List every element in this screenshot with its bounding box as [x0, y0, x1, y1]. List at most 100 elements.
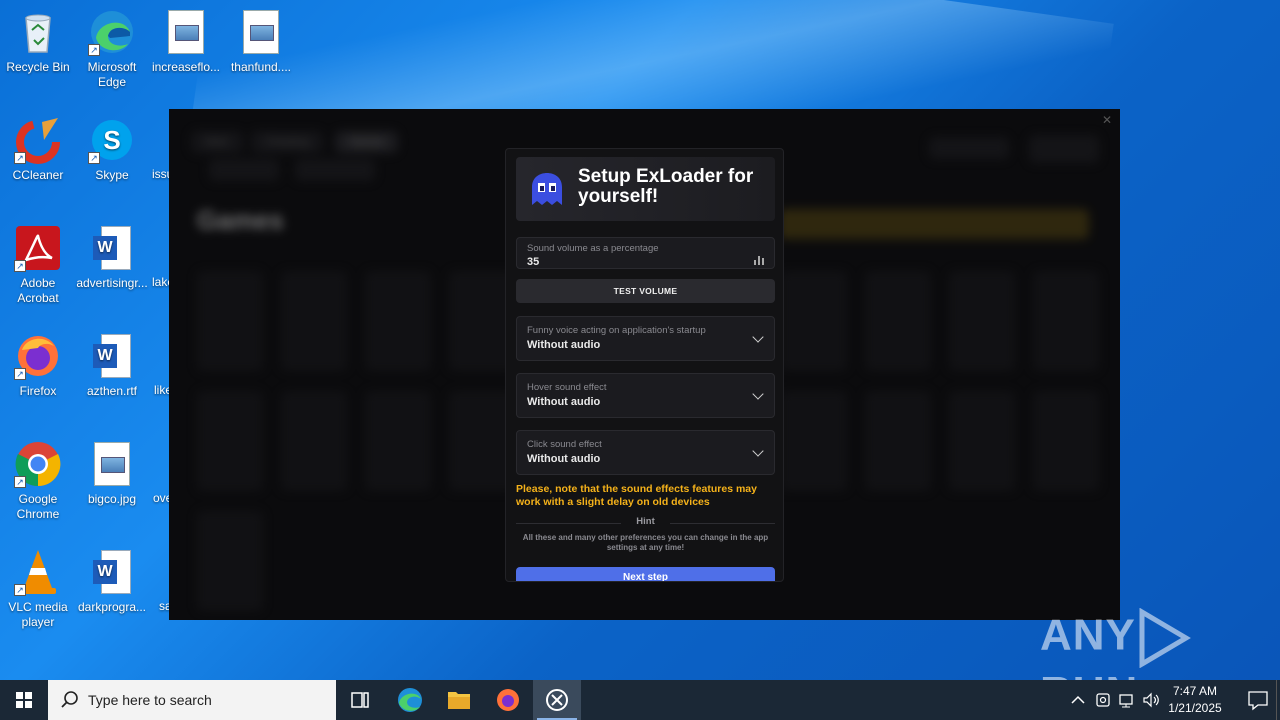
chevron-down-icon	[752, 445, 764, 457]
game-card	[1033, 271, 1099, 371]
game-card	[865, 391, 931, 491]
ccleaner-icon: ↗	[14, 116, 62, 164]
desktop-icon-label: azthen.rtf	[86, 384, 138, 398]
desktop-icon-label: Recycle Bin	[6, 60, 70, 74]
hover-sound-value: Without audio	[527, 396, 601, 408]
hover-sound-select[interactable]: Hover sound effect Without audio	[516, 373, 775, 418]
desktop-icon-azthen-rtf[interactable]: W azthen.rtf	[74, 332, 150, 399]
edge-icon: ↗	[88, 8, 136, 56]
desktop-icon-recycle-bin[interactable]: Recycle Bin	[0, 8, 76, 75]
taskbar-firefox[interactable]	[484, 680, 532, 720]
task-view-icon	[351, 692, 369, 708]
desktop-icon-label: Microsoft Edge	[87, 60, 137, 89]
test-volume-button[interactable]: TEST VOLUME	[516, 279, 775, 303]
chevron-down-icon	[752, 388, 764, 400]
hover-sound-label: Hover sound effect	[527, 382, 607, 393]
hint-text: All these and many other preferences you…	[522, 533, 769, 552]
taskbar-search-box[interactable]: Type here to search	[48, 680, 336, 720]
desktop-icon-darkprogra[interactable]: W darkprogra...	[74, 548, 150, 615]
desktop-icon-skype[interactable]: S ↗ Skype	[74, 116, 150, 183]
image-file-icon	[243, 10, 279, 54]
desktop: Recycle Bin ↗ CCleaner ↗ Adobe Acrobat ↗…	[0, 0, 1280, 680]
desktop-icon-label: thanfund....	[230, 60, 292, 74]
watermark-text-right: RUN	[1040, 668, 1138, 680]
hint-divider: Hint	[516, 516, 775, 530]
adobe-acrobat-icon: ↗	[14, 224, 62, 272]
shortcut-arrow-icon: ↗	[14, 152, 26, 164]
watermark-text-left: ANY	[1040, 610, 1136, 660]
subtab-placeholder	[209, 159, 279, 181]
desktop-icon-label: CCleaner	[12, 168, 64, 182]
game-card	[1033, 391, 1099, 491]
vlc-cone-icon: ↗	[14, 548, 62, 596]
taskbar-exloader[interactable]	[533, 680, 581, 720]
desktop-icon-advertising-doc[interactable]: W advertisingr...	[74, 224, 150, 291]
startup-sound-label: Funny voice acting on application's star…	[527, 325, 706, 336]
close-icon[interactable]: ✕	[1102, 113, 1112, 127]
tab-main: Main	[191, 131, 243, 153]
volume-icon[interactable]	[1141, 690, 1161, 715]
desktop-icon-microsoft-edge[interactable]: ↗ Microsoft Edge	[74, 8, 150, 90]
word-document-icon: W	[93, 334, 131, 378]
desktop-icon-label: advertisingr...	[76, 276, 148, 290]
volume-value[interactable]: 35	[527, 256, 539, 268]
game-card	[949, 271, 1015, 371]
desktop-icon-label: Google Chrome	[16, 492, 60, 521]
clock-date: 1/21/2025	[1168, 701, 1222, 715]
chevron-down-icon	[752, 331, 764, 343]
game-card	[197, 511, 263, 611]
desktop-icon-google-chrome[interactable]: ↗ Google Chrome	[0, 440, 76, 522]
task-view-button[interactable]	[336, 680, 384, 720]
page-title: Games	[197, 205, 284, 235]
desktop-icon-thanfund[interactable]: thanfund....	[223, 8, 299, 75]
desktop-icon-increaseflo[interactable]: increaseflo...	[148, 8, 224, 75]
startup-sound-select[interactable]: Funny voice acting on application's star…	[516, 316, 775, 361]
svg-text:S: S	[103, 125, 120, 155]
clock-time: 7:47 AM	[1172, 684, 1218, 698]
game-card	[365, 391, 431, 491]
desktop-icon-vlc[interactable]: ↗ VLC media player	[0, 548, 76, 630]
notification-center-button[interactable]	[1236, 680, 1280, 720]
notification-icon	[1248, 691, 1268, 711]
play-logo-icon	[1139, 607, 1191, 669]
game-card	[865, 271, 931, 371]
show-desktop-button[interactable]	[1276, 680, 1280, 720]
windows-logo-icon	[16, 692, 32, 708]
tab-cheating: Cheating	[251, 131, 324, 153]
desktop-icon-bigco-jpg[interactable]: bigco.jpg	[74, 440, 150, 507]
desktop-icon-adobe-acrobat[interactable]: ↗ Adobe Acrobat	[0, 224, 76, 306]
shortcut-arrow-icon: ↗	[88, 152, 100, 164]
desktop-icon-label: Adobe Acrobat	[17, 276, 59, 305]
dialog-header: Setup ExLoader for yourself!	[516, 157, 775, 221]
click-sound-select[interactable]: Click sound effect Without audio	[516, 430, 775, 475]
taskbar-file-explorer[interactable]	[435, 680, 483, 720]
firefox-icon	[497, 689, 519, 711]
taskbar-clock[interactable]: 7:47 AM 1/21/2025	[1160, 683, 1230, 717]
shortcut-arrow-icon: ↗	[88, 44, 100, 56]
user-pill	[1029, 135, 1099, 163]
desktop-icon-firefox[interactable]: ↗ Firefox	[0, 332, 76, 399]
taskbar: Type here to search 7:47 AM 1/21/2025	[0, 680, 1280, 720]
exloader-icon	[546, 689, 568, 711]
shortcut-arrow-icon: ↗	[14, 368, 26, 380]
notice-banner	[779, 209, 1089, 239]
chrome-icon: ↗	[14, 440, 62, 488]
desktop-icon-ccleaner[interactable]: ↗ CCleaner	[0, 116, 76, 183]
ghost-mascot-icon	[528, 171, 566, 207]
shortcut-arrow-icon: ↗	[14, 584, 26, 596]
settings-pill	[929, 137, 1009, 159]
chevron-up-icon[interactable]	[1068, 690, 1088, 715]
startup-sound-value: Without audio	[527, 339, 601, 351]
game-card	[197, 271, 263, 371]
taskbar-edge[interactable]	[386, 680, 434, 720]
click-sound-label: Click sound effect	[527, 439, 602, 450]
start-button[interactable]	[0, 680, 48, 720]
next-step-button[interactable]: Next step	[516, 567, 775, 581]
dialog-title: Setup ExLoader for yourself!	[578, 166, 754, 207]
image-file-icon	[168, 10, 204, 54]
device-icon[interactable]	[1093, 690, 1113, 715]
tab-games: Games	[335, 131, 399, 153]
desktop-icon-label: darkprogra...	[77, 600, 147, 614]
network-icon[interactable]	[1117, 690, 1137, 715]
volume-field[interactable]: Sound volume as a percentage 35	[516, 237, 775, 269]
